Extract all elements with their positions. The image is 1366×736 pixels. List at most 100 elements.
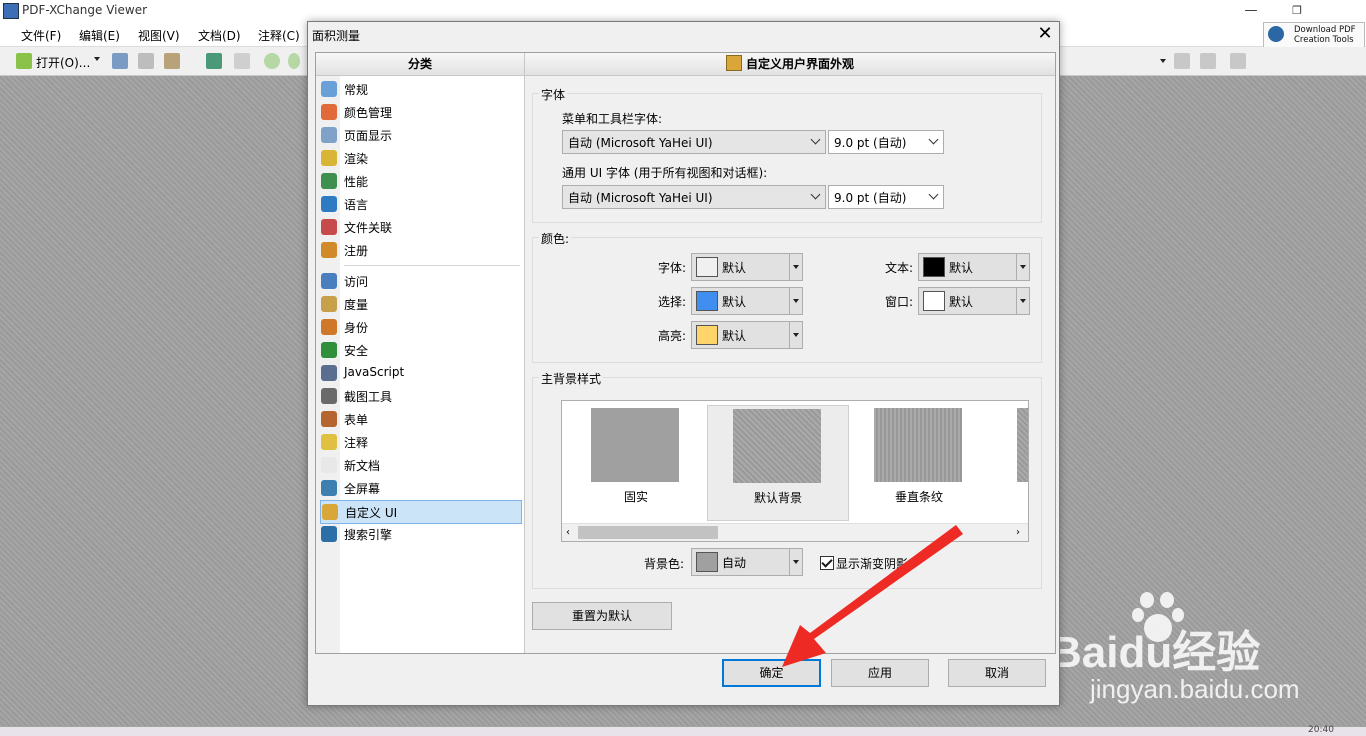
menu-document[interactable]: 文档(D) <box>198 27 241 44</box>
category-separator <box>344 265 520 266</box>
dropdown-arrow-icon[interactable] <box>1016 254 1029 280</box>
bg-color-label: 背景色: <box>644 557 685 571</box>
language-icon <box>321 196 337 212</box>
register-icon <box>321 242 337 258</box>
watermark-brand: Baidu经验 <box>1050 628 1261 677</box>
open-dropdown-icon[interactable] <box>94 57 100 61</box>
reset-default-button[interactable]: 重置为默认 <box>532 602 672 630</box>
color-group: 颜色: 字体: 默认 选择: 默认 高亮: 默认 文本: 默认 窗口: 默认 <box>532 230 1042 363</box>
find-next-icon[interactable] <box>1200 53 1216 69</box>
category-item[interactable]: 全屏幕 <box>320 477 520 499</box>
category-item[interactable]: 截图工具 <box>320 385 520 407</box>
app-title: PDF-XChange Viewer <box>22 3 148 17</box>
performance-icon <box>321 173 337 189</box>
category-label: 新文档 <box>344 459 381 473</box>
category-label: 文件关联 <box>344 221 393 235</box>
ocr-icon[interactable] <box>234 53 250 69</box>
print-icon[interactable] <box>138 53 154 69</box>
menu-file[interactable]: 文件(F) <box>21 27 61 44</box>
category-item[interactable]: 表单 <box>320 408 520 430</box>
menu-view[interactable]: 视图(V) <box>138 27 180 44</box>
ui-font-select[interactable]: 自动 (Microsoft YaHei UI) <box>562 185 826 209</box>
scroll-left-icon[interactable]: ‹ <box>566 527 570 538</box>
identity-icon <box>321 319 337 335</box>
category-item[interactable]: JavaScript <box>320 362 520 384</box>
close-icon[interactable]: ✕ <box>1034 24 1056 44</box>
dropdown-arrow-icon[interactable] <box>1016 288 1029 314</box>
category-item[interactable]: 颜色管理 <box>320 101 520 123</box>
menu-comments[interactable]: 注释(C) <box>258 27 300 44</box>
category-header: 分类 <box>316 53 525 76</box>
category-item[interactable]: 常规 <box>320 78 520 100</box>
find-previous-icon[interactable] <box>1174 53 1190 69</box>
bg-tile-solid[interactable]: 固实 <box>566 405 706 519</box>
scroll-right-icon[interactable]: › <box>1016 527 1020 538</box>
menu-font-select[interactable]: 自动 (Microsoft YaHei UI) <box>562 130 826 154</box>
forward-icon[interactable] <box>288 53 300 69</box>
category-item[interactable]: 自定义 UI <box>320 500 522 524</box>
watermark-url: jingyan.baidu.com <box>1090 674 1300 704</box>
dropdown-arrow-icon[interactable] <box>789 288 802 314</box>
text-color-value: 默认 <box>949 261 974 275</box>
scan-icon[interactable] <box>206 53 222 69</box>
save-icon[interactable] <box>112 53 128 69</box>
email-icon[interactable] <box>164 53 180 69</box>
dropdown-arrow-icon[interactable] <box>789 322 802 348</box>
bg-color-value: 自动 <box>722 556 747 570</box>
category-item[interactable]: 渲染 <box>320 147 520 169</box>
ui-font-size-select[interactable]: 9.0 pt (自动) <box>828 185 944 209</box>
category-item[interactable]: 文件关联 <box>320 216 520 238</box>
font-color-picker[interactable]: 默认 <box>691 253 803 281</box>
category-label: 安全 <box>344 344 369 358</box>
select-color-value: 默认 <box>722 295 747 309</box>
category-item[interactable]: 注释 <box>320 431 520 453</box>
category-item[interactable]: 注册 <box>320 239 520 261</box>
ui-font-value: 自动 (Microsoft YaHei UI) <box>568 191 713 205</box>
download-tools-button[interactable]: Download PDF Creation Tools <box>1263 22 1365 48</box>
background-group-title: 主背景样式 <box>539 370 604 387</box>
snapshot-icon <box>321 388 337 404</box>
tools-icon[interactable] <box>1230 53 1246 69</box>
comments-icon <box>321 434 337 450</box>
scrollbar-thumb[interactable] <box>578 526 718 539</box>
highlight-color-label: 高亮: <box>658 329 687 343</box>
category-label: 颜色管理 <box>344 106 393 120</box>
bg-thumb-solid <box>591 408 679 482</box>
minimize-icon[interactable]: — <box>1228 0 1274 22</box>
category-item[interactable]: 安全 <box>320 339 520 361</box>
category-item[interactable]: 度量 <box>320 293 520 315</box>
category-item[interactable]: 页面显示 <box>320 124 520 146</box>
open-icon[interactable] <box>16 53 32 69</box>
download-tools-label: Download PDF Creation Tools <box>1294 25 1356 45</box>
category-item[interactable]: 身份 <box>320 316 520 338</box>
select-color-picker[interactable]: 默认 <box>691 287 803 315</box>
category-list[interactable]: 常规颜色管理页面显示 渲染 性能 语言文件关联注册访问度量身份安全 JavaScript… <box>316 76 525 653</box>
font-color-label: 字体: <box>658 261 687 275</box>
menu-font-size-select[interactable]: 9.0 pt (自动) <box>828 130 944 154</box>
dropdown-arrow-icon[interactable] <box>789 254 802 280</box>
text-color-label: 文本: <box>885 261 914 275</box>
highlight-color-picker[interactable]: 默认 <box>691 321 803 349</box>
category-item[interactable]: 访问 <box>320 270 520 292</box>
bg-tile-vertical-stripes[interactable]: 垂直条纹 <box>849 405 989 519</box>
menu-font-size-value: 9.0 pt (自动) <box>834 136 907 150</box>
category-item[interactable]: 语言 <box>320 193 520 215</box>
search-dropdown-icon[interactable] <box>1160 59 1166 63</box>
taskbar <box>0 727 1366 736</box>
category-item[interactable]: 新文档 <box>320 454 520 476</box>
category-item[interactable]: 搜索引擎 <box>320 523 520 545</box>
category-item[interactable]: 性能 <box>320 170 520 192</box>
text-color-picker[interactable]: 默认 <box>918 253 1030 281</box>
render-icon <box>321 150 337 166</box>
restore-icon[interactable]: ❐ <box>1274 0 1320 22</box>
open-button-label[interactable]: 打开(O)... <box>36 54 90 71</box>
back-icon[interactable] <box>264 53 280 69</box>
bg-tile-default[interactable]: 默认背景 <box>707 405 849 521</box>
bg-tile-label: 垂直条纹 <box>894 490 943 504</box>
window-color-picker[interactable]: 默认 <box>918 287 1030 315</box>
highlight-color-swatch <box>696 325 718 345</box>
forms-icon <box>321 411 337 427</box>
menu-edit[interactable]: 编辑(E) <box>79 27 120 44</box>
category-label: 度量 <box>344 298 369 312</box>
app-titlebar: PDF-XChange Viewer — ❐ <box>0 0 1366 22</box>
